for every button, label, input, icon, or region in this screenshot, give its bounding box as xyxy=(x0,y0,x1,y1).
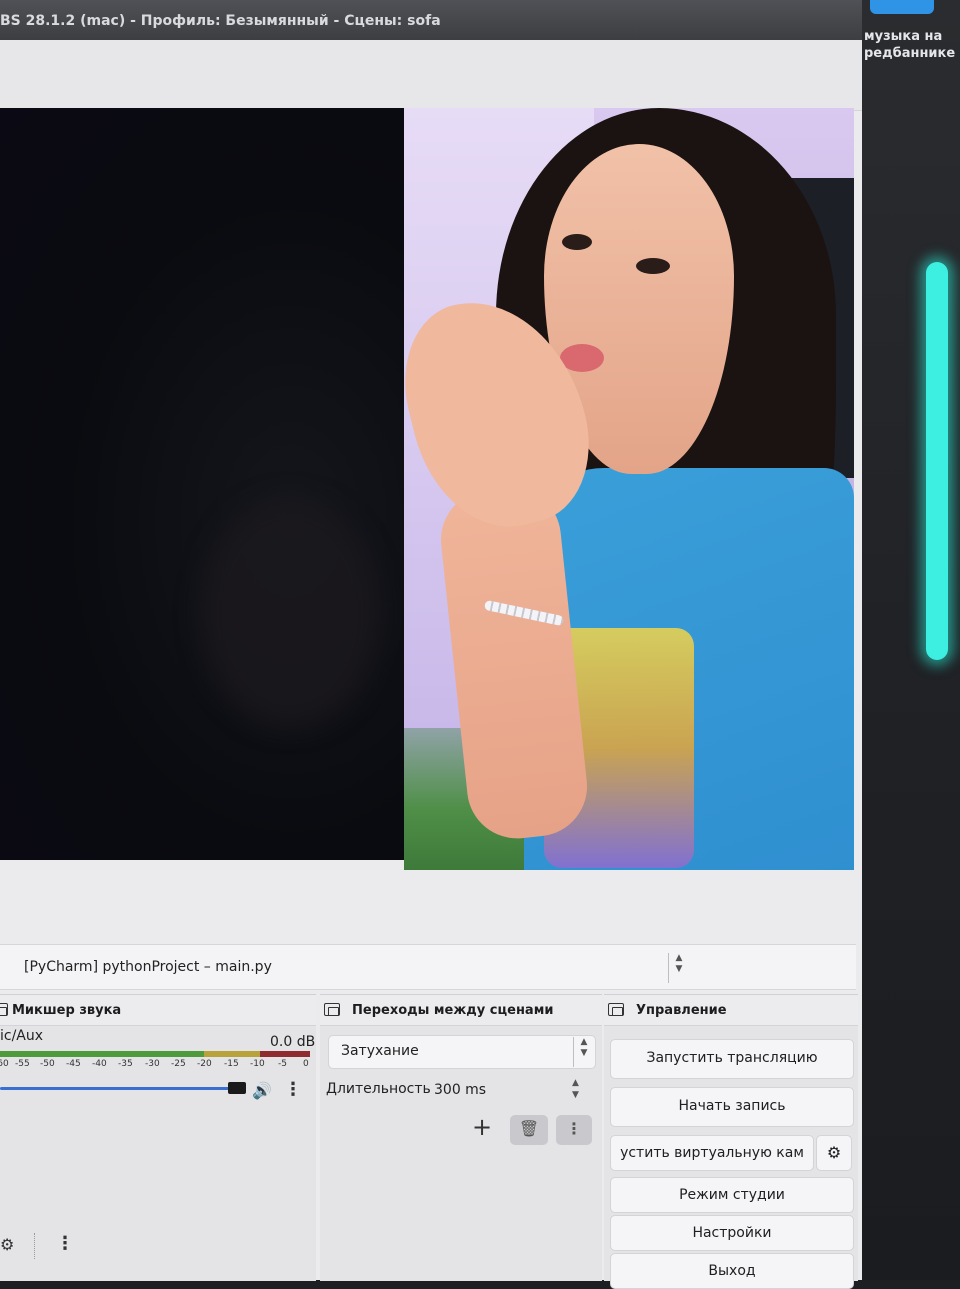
transition-menu-icon[interactable]: ⋮ xyxy=(556,1115,592,1145)
settings-button[interactable]: Настройки xyxy=(610,1215,854,1251)
tick-label: -30 xyxy=(145,1059,160,1069)
tick-label: -40 xyxy=(92,1059,107,1069)
scene-transitions-panel: Переходы между сценами Затухание ▲ ▼ Длит… xyxy=(320,994,602,1281)
audio-mixer-panel: Микшер звука ic/Aux 0.0 dB -60 -55 -50 -… xyxy=(0,994,316,1281)
mixer-header: Микшер звука xyxy=(0,995,316,1026)
dock-icon[interactable] xyxy=(324,1003,340,1016)
meter-red xyxy=(260,1051,310,1057)
top-toolbar-area xyxy=(0,40,862,111)
stepper-icon[interactable]: ▲ ▼ xyxy=(572,1077,579,1101)
dock-icon[interactable] xyxy=(608,1003,624,1016)
tick-label: -25 xyxy=(171,1059,186,1069)
controls-title: Управление xyxy=(636,1003,727,1018)
window-title: BS 28.1.2 (mac) - Профиль: Безымянный - … xyxy=(0,13,441,29)
photo-eye-right xyxy=(636,258,670,274)
volume-meter xyxy=(0,1051,310,1057)
tick-label: -55 xyxy=(15,1059,30,1069)
meter-yellow xyxy=(204,1051,260,1057)
desktop-item-label[interactable]: музыка на редбаннике xyxy=(864,28,960,62)
desktop-glow-strip xyxy=(926,262,948,660)
start-virtual-camera-button[interactable]: устить виртуальную кам xyxy=(610,1135,814,1171)
source-select-value: [PyCharm] pythonProject – main.py xyxy=(24,959,272,975)
photo-eye-left xyxy=(562,234,592,250)
start-streaming-button[interactable]: Запустить трансляцию xyxy=(610,1039,854,1079)
dock-icon[interactable] xyxy=(0,1003,8,1016)
tick-label: -20 xyxy=(197,1059,212,1069)
tick-label: -15 xyxy=(224,1059,239,1069)
studio-mode-button[interactable]: Режим студии xyxy=(610,1177,854,1213)
exit-button[interactable]: Выход xyxy=(610,1253,854,1289)
tick-label: -5 xyxy=(278,1059,287,1069)
tick-label: 0 xyxy=(303,1059,309,1069)
mixer-title: Микшер звука xyxy=(12,1003,122,1018)
meter-ticks: -60 -55 -50 -45 -40 -35 -30 -25 -20 -15 … xyxy=(0,1059,316,1073)
add-icon[interactable]: + xyxy=(472,1113,492,1141)
preview-dark-source[interactable] xyxy=(0,108,416,860)
tick-label: -45 xyxy=(66,1059,81,1069)
controls-panel: Управление Запустить трансляцию Начать з… xyxy=(604,994,858,1289)
transitions-header: Переходы между сценами xyxy=(320,995,602,1026)
transition-type-select[interactable]: Затухание ▲ ▼ xyxy=(328,1035,596,1069)
mixer-channel-name: ic/Aux xyxy=(0,1028,44,1044)
gear-icon[interactable]: ⚙ xyxy=(0,1235,14,1254)
preview-camera-source[interactable] xyxy=(404,108,854,870)
controls-header: Управление xyxy=(604,995,858,1026)
volume-slider-track[interactable] xyxy=(0,1087,232,1090)
mixer-menu-icon[interactable]: ⋮ xyxy=(56,1233,74,1254)
dim-silhouette xyxy=(200,498,380,728)
desktop-label-line2: редбаннике xyxy=(864,46,956,61)
source-select[interactable]: [PyCharm] pythonProject – main.py ▲ ▼ xyxy=(12,953,689,983)
virtual-camera-settings-gear-icon[interactable]: ⚙ xyxy=(816,1135,852,1171)
trash-icon[interactable]: 🗑 xyxy=(510,1115,548,1145)
mixer-channel-menu-icon[interactable]: ⋮ xyxy=(284,1079,302,1100)
tick-label: -35 xyxy=(118,1059,133,1069)
start-recording-button[interactable]: Начать запись xyxy=(610,1087,854,1127)
tick-label: -50 xyxy=(40,1059,55,1069)
transition-type-value: Затухание xyxy=(341,1043,419,1059)
chevron-updown-icon[interactable]: ▲ ▼ xyxy=(573,1037,594,1067)
duration-value: 300 ms xyxy=(434,1082,487,1098)
meter-green xyxy=(0,1051,204,1057)
source-selector-bar: [PyCharm] pythonProject – main.py ▲ ▼ xyxy=(0,944,856,990)
duration-spinbox[interactable]: 300 ms ▲ ▼ xyxy=(424,1075,592,1105)
transitions-title: Переходы между сценами xyxy=(352,1003,554,1018)
tick-label: -10 xyxy=(250,1059,265,1069)
obs-window: BS 28.1.2 (mac) - Профиль: Безымянный - … xyxy=(0,0,862,1289)
mixer-channel-level: 0.0 dB xyxy=(270,1034,316,1050)
speaker-icon[interactable]: 🔊 xyxy=(252,1081,272,1100)
chevron-updown-icon[interactable]: ▲ ▼ xyxy=(668,953,689,983)
volume-slider-handle[interactable] xyxy=(228,1082,246,1094)
preview-bottom-gap xyxy=(0,870,860,940)
tick-label: -60 xyxy=(0,1059,9,1069)
desktop-blue-button[interactable] xyxy=(870,0,934,14)
duration-label: Длительность xyxy=(326,1081,431,1097)
title-bar[interactable]: BS 28.1.2 (mac) - Профиль: Безымянный - … xyxy=(0,0,862,40)
toolbar-separator xyxy=(34,1233,36,1259)
desktop-label-line1: музыка на xyxy=(864,29,943,44)
